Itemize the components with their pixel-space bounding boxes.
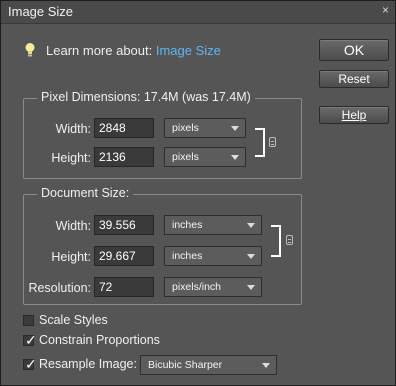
pixel-dimensions-label: Pixel Dimensions: — [41, 90, 141, 104]
chevron-down-icon — [247, 285, 255, 290]
chevron-down-icon — [231, 126, 239, 131]
resolution-label: Resolution: — [28, 281, 91, 295]
pixel-dimensions-size: 17.4M (was 17.4M) — [143, 90, 251, 104]
resample-method: Bicubic Sharper — [148, 359, 223, 371]
resample-image-label[interactable]: Resample Image: — [39, 357, 137, 371]
scale-styles-checkbox[interactable] — [23, 315, 34, 326]
document-width-unit: inches — [172, 219, 203, 231]
constrain-proportions-checkbox[interactable]: ✓ — [23, 332, 37, 348]
chain-link-icon — [286, 235, 293, 245]
resolution-input[interactable]: 72 — [94, 277, 154, 297]
resample-method-select[interactable]: Bicubic Sharper — [140, 355, 277, 375]
pixel-width-unit: pixels — [172, 122, 199, 134]
scale-styles-label[interactable]: Scale Styles — [39, 313, 108, 327]
resolution-unit-select[interactable]: pixels/inch — [164, 277, 262, 297]
pixel-constrain-bracket — [255, 128, 265, 157]
ok-button[interactable]: OK — [319, 39, 389, 61]
reset-button[interactable]: Reset — [319, 70, 389, 88]
document-height-unit: inches — [172, 250, 203, 262]
document-width-input[interactable]: 39.556 — [94, 215, 154, 235]
document-height-unit-select[interactable]: inches — [164, 246, 262, 266]
learn-more-text: Learn more about: Image Size — [46, 43, 221, 58]
chain-link-icon — [269, 137, 276, 147]
document-constrain-bracket — [271, 225, 281, 257]
document-size-legend: Document Size: — [37, 186, 134, 200]
checkmark-icon: ✓ — [25, 356, 37, 372]
pixel-height-label: Height: — [51, 151, 91, 165]
lightbulb-icon — [25, 43, 35, 57]
learn-more-prefix: Learn more about: — [46, 43, 153, 58]
pixel-height-unit: pixels — [172, 151, 199, 163]
pixel-height-input[interactable]: 2136 — [94, 147, 154, 167]
checkmark-icon: ✓ — [25, 332, 37, 348]
image-size-dialog: Image Size × Learn more about: Image Siz… — [0, 0, 396, 386]
chevron-down-icon — [247, 254, 255, 259]
document-height-input[interactable]: 29.667 — [94, 246, 154, 266]
chevron-down-icon — [262, 363, 270, 368]
pixel-width-label: Width: — [55, 122, 91, 136]
title-bar: Image Size × — [1, 1, 395, 24]
pixel-width-input[interactable]: 2848 — [94, 118, 154, 138]
close-icon[interactable]: × — [382, 3, 389, 17]
resample-image-checkbox[interactable]: ✓ — [23, 356, 37, 372]
pixel-dimensions-legend: Pixel Dimensions: 17.4M (was 17.4M) — [37, 90, 255, 104]
resolution-unit: pixels/inch — [172, 281, 222, 293]
constrain-proportions-label[interactable]: Constrain Proportions — [39, 333, 160, 347]
pixel-width-unit-select[interactable]: pixels — [164, 118, 246, 138]
learn-more-link[interactable]: Image Size — [156, 43, 221, 58]
document-height-label: Height: — [51, 250, 91, 264]
chevron-down-icon — [247, 223, 255, 228]
chevron-down-icon — [231, 155, 239, 160]
document-width-unit-select[interactable]: inches — [164, 215, 262, 235]
document-width-label: Width: — [55, 219, 91, 233]
help-button[interactable]: Help — [319, 106, 389, 124]
pixel-height-unit-select[interactable]: pixels — [164, 147, 246, 167]
dialog-title: Image Size — [8, 4, 74, 19]
